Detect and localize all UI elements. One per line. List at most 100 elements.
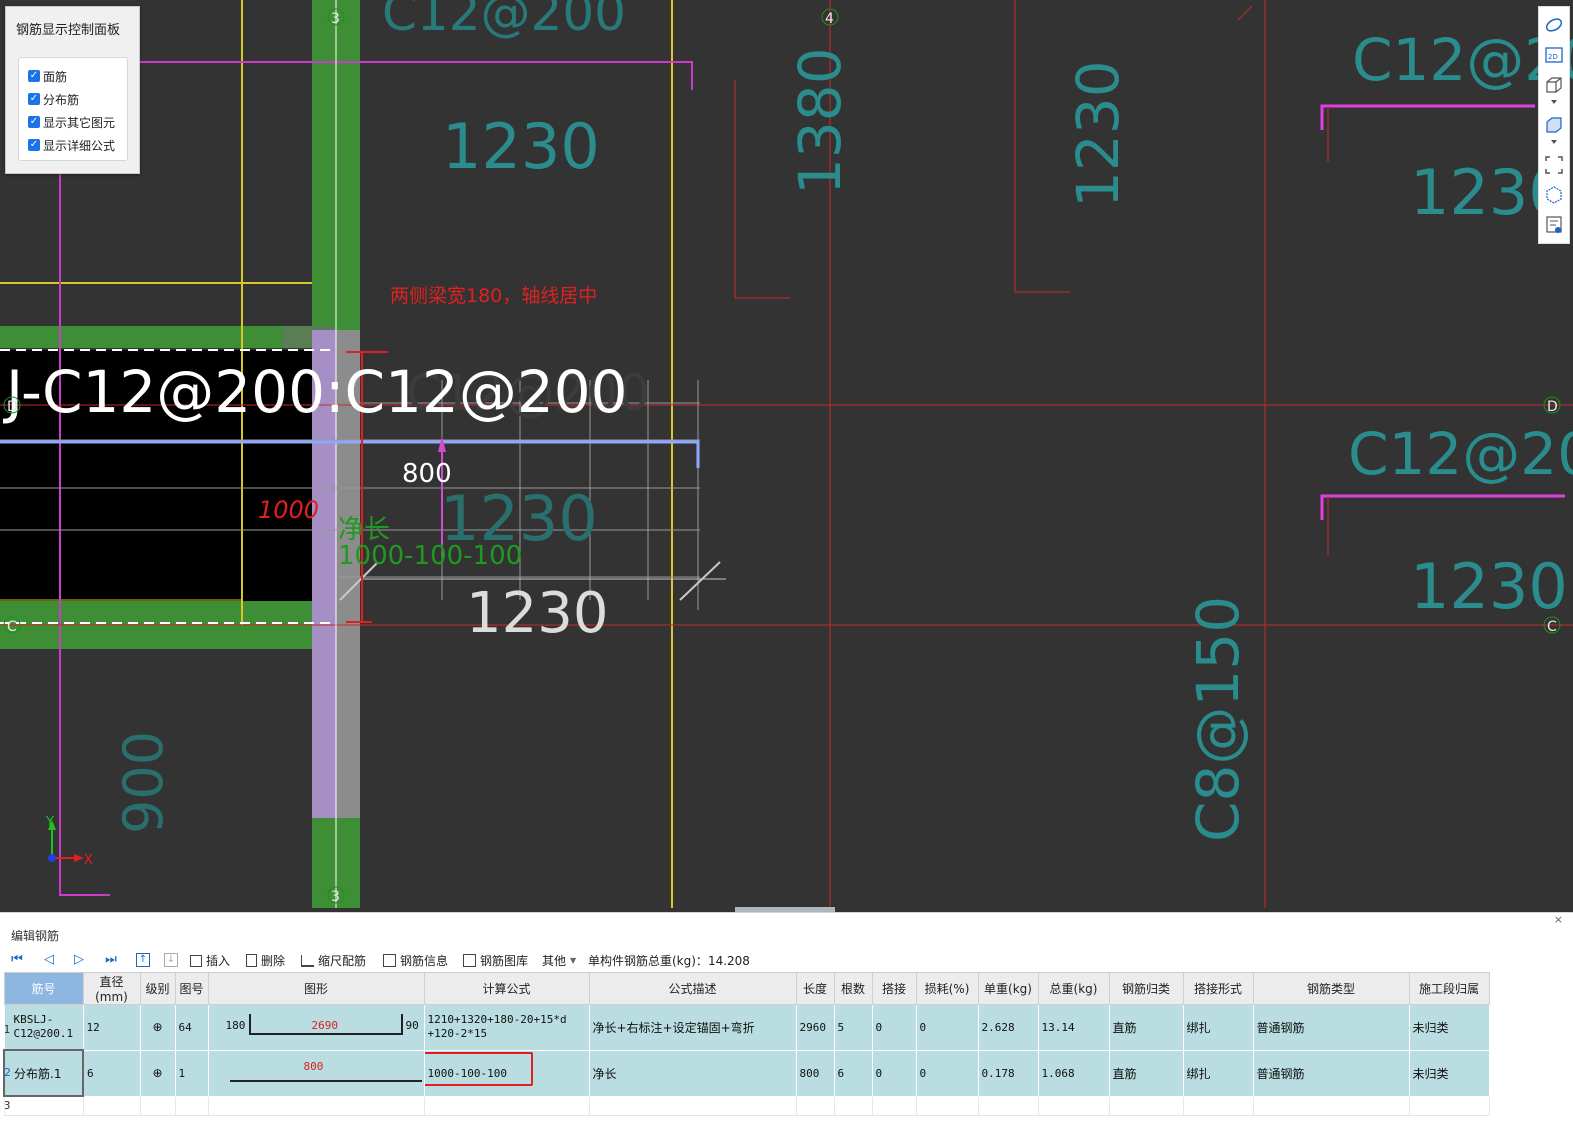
- column-header[interactable]: 钢筋类型: [1252, 972, 1410, 1005]
- table-row[interactable]: 2 分布筋.1 6 ⊕ 1 800 1000-100-100 净长 800 6 0…: [3, 1049, 1490, 1097]
- cell-stage[interactable]: 未归类: [1408, 1049, 1490, 1097]
- cell-lap[interactable]: 0: [871, 1004, 917, 1051]
- cad-viewport[interactable]: C12@200 1230 C12@200 1230 C12@200 1230 1…: [0, 0, 1573, 912]
- move-up-icon[interactable]: ↑: [136, 953, 150, 967]
- cell-bar-type[interactable]: 普通钢筋: [1252, 1004, 1410, 1051]
- table-row-empty[interactable]: 3: [3, 1095, 1490, 1116]
- rebar-library-button[interactable]: 钢筋图库: [463, 952, 528, 969]
- column-header[interactable]: 计算公式: [423, 972, 590, 1005]
- cell-bar-type[interactable]: 普通钢筋: [1252, 1049, 1410, 1097]
- layer-display-icon[interactable]: [1544, 215, 1564, 235]
- checkbox-checked-icon[interactable]: ✓: [28, 70, 40, 82]
- column-header[interactable]: 直径(mm): [82, 972, 141, 1005]
- dropdown-arrow-icon[interactable]: [1544, 137, 1564, 147]
- cell-empty[interactable]: 3: [3, 1095, 84, 1116]
- cell-stage[interactable]: 未归类: [1408, 1004, 1490, 1051]
- checkbox-checked-icon[interactable]: ✓: [28, 93, 40, 105]
- first-record-icon[interactable]: ⏮: [10, 953, 24, 967]
- column-header[interactable]: 施工段归属: [1408, 972, 1490, 1005]
- cell-total-weight[interactable]: 1.068: [1037, 1049, 1110, 1097]
- view-2d-icon[interactable]: 2D: [1544, 45, 1564, 65]
- cell-empty[interactable]: [1182, 1095, 1254, 1116]
- rebar-info-button[interactable]: 钢筋信息: [383, 952, 448, 969]
- checkbox-checked-icon[interactable]: ✓: [28, 116, 40, 128]
- other-menu[interactable]: 其他 ▼: [542, 952, 576, 969]
- cell-category[interactable]: 直筋: [1108, 1004, 1184, 1051]
- insert-button[interactable]: 插入: [190, 952, 230, 969]
- cell-empty[interactable]: [423, 1095, 590, 1116]
- cell-empty[interactable]: [833, 1095, 873, 1116]
- column-header[interactable]: 图号: [174, 972, 209, 1005]
- cell-empty[interactable]: [977, 1095, 1039, 1116]
- cell-empty[interactable]: [871, 1095, 917, 1116]
- column-header[interactable]: 钢筋归类: [1108, 972, 1184, 1005]
- cell-fig-no[interactable]: 64: [174, 1004, 209, 1051]
- column-header[interactable]: 长度: [795, 972, 835, 1005]
- column-header[interactable]: 单重(kg): [977, 972, 1039, 1005]
- cell-total-weight[interactable]: 13.14: [1037, 1004, 1110, 1051]
- close-icon[interactable]: ×: [1554, 913, 1563, 926]
- delete-button[interactable]: 删除: [246, 952, 285, 969]
- cell-empty[interactable]: [915, 1095, 979, 1116]
- cell-empty[interactable]: [795, 1095, 835, 1116]
- cell-length[interactable]: 2960: [795, 1004, 835, 1051]
- cell-count[interactable]: 6: [833, 1049, 873, 1097]
- option-show-formula[interactable]: ✓ 显示详细公式: [28, 135, 115, 155]
- column-header[interactable]: 搭接形式: [1182, 972, 1254, 1005]
- cell-diameter[interactable]: 6: [82, 1049, 141, 1097]
- option-show-other[interactable]: ✓ 显示其它图元: [28, 112, 115, 132]
- box-select-icon[interactable]: [1544, 185, 1564, 205]
- last-record-icon[interactable]: ⏭: [104, 953, 118, 967]
- option-distribution-bar[interactable]: ✓ 分布筋: [28, 89, 79, 109]
- cell-empty[interactable]: [207, 1095, 425, 1116]
- cell-empty[interactable]: [1252, 1095, 1410, 1116]
- cell-lap[interactable]: 0: [871, 1049, 917, 1097]
- table-row[interactable]: 1 KBSLJ-C12@200.1 12 ⊕ 64 180 2690 90 121…: [3, 1004, 1490, 1051]
- option-top-bar[interactable]: ✓ 面筋: [28, 66, 67, 86]
- fit-view-icon[interactable]: [1544, 155, 1564, 175]
- column-header[interactable]: 总重(kg): [1037, 972, 1110, 1005]
- cell-unit-weight[interactable]: 2.628: [977, 1004, 1039, 1051]
- cell-empty[interactable]: [588, 1095, 797, 1116]
- orbit-icon[interactable]: [1544, 15, 1564, 35]
- cell-bar-name[interactable]: 2 分布筋.1: [3, 1049, 84, 1097]
- next-record-icon[interactable]: ▷: [72, 953, 86, 967]
- cell-lap-type[interactable]: 绑扎: [1182, 1049, 1254, 1097]
- cell-shape[interactable]: 800: [207, 1049, 425, 1097]
- scale-rebar-button[interactable]: 缩尺配筋: [301, 952, 366, 969]
- column-header[interactable]: 搭接: [871, 972, 917, 1005]
- column-header[interactable]: 根数: [833, 972, 873, 1005]
- cell-formula[interactable]: 1000-100-100: [423, 1049, 590, 1097]
- cell-empty[interactable]: [139, 1095, 176, 1116]
- column-header[interactable]: 图形: [207, 972, 425, 1005]
- cell-grade[interactable]: ⊕: [139, 1004, 176, 1051]
- move-down-icon[interactable]: ↓: [164, 953, 178, 967]
- cell-count[interactable]: 5: [833, 1004, 873, 1051]
- cad-drawing[interactable]: C12@200 1230 C12@200 1230 C12@200 1230 1…: [0, 0, 1573, 912]
- cell-fig-no[interactable]: 1: [174, 1049, 209, 1097]
- column-header[interactable]: 损耗(%): [915, 972, 979, 1005]
- cell-loss[interactable]: 0: [915, 1049, 979, 1097]
- cell-lap-type[interactable]: 绑扎: [1182, 1004, 1254, 1051]
- dropdown-arrow-icon[interactable]: [1544, 97, 1564, 107]
- cell-empty[interactable]: [1108, 1095, 1184, 1116]
- cell-diameter[interactable]: 12: [82, 1004, 141, 1051]
- cell-unit-weight[interactable]: 0.178: [977, 1049, 1039, 1097]
- cell-grade[interactable]: ⊕: [139, 1049, 176, 1097]
- cell-empty[interactable]: [82, 1095, 141, 1116]
- view-3d-icon[interactable]: [1544, 75, 1564, 95]
- cube-solid-icon[interactable]: [1544, 115, 1564, 135]
- cell-category[interactable]: 直筋: [1108, 1049, 1184, 1097]
- cell-description[interactable]: 净长+右标注+设定锚固+弯折: [588, 1004, 797, 1051]
- cell-length[interactable]: 800: [795, 1049, 835, 1097]
- cell-shape[interactable]: 180 2690 90: [207, 1004, 425, 1051]
- column-header[interactable]: 级别: [139, 972, 176, 1005]
- cell-description[interactable]: 净长: [588, 1049, 797, 1097]
- cell-empty[interactable]: [174, 1095, 209, 1116]
- cell-bar-name[interactable]: 1 KBSLJ-C12@200.1: [3, 1004, 84, 1051]
- previous-record-icon[interactable]: ◁: [42, 953, 56, 967]
- cell-formula[interactable]: 1210+1320+180-20+15*d +120-2*15: [423, 1004, 590, 1051]
- cell-empty[interactable]: [1408, 1095, 1490, 1116]
- column-header[interactable]: 筋号: [3, 972, 84, 1005]
- cell-loss[interactable]: 0: [915, 1004, 979, 1051]
